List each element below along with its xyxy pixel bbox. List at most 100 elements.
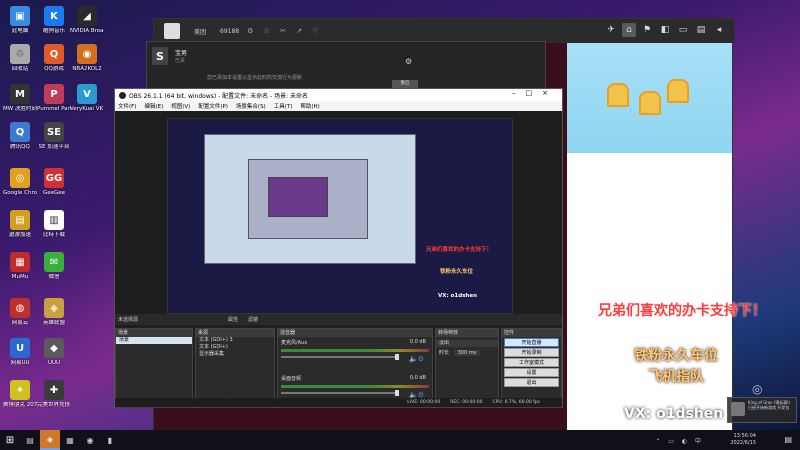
flag-icon[interactable]: ⚑ [640,23,654,37]
filters-button[interactable]: 滤镜 [248,316,258,323]
app-icon: ▥ [44,210,64,230]
source-item[interactable]: 文本 (GDI+) 3 [196,337,274,344]
desktop-icon[interactable]: ◆ UUU [37,338,71,366]
clock[interactable]: 13:56:04 2022/6/15 [730,433,756,447]
windows-start-icon[interactable]: ⊞ [0,430,20,450]
app-notification-window[interactable]: S 宝男 已关 您已添加本设置以显示此时的交流行为更新 ⚙ 重启 [146,41,546,91]
obs-status-bar: LIVE: 00:00:00 REC: 00:00:00 CPU: 0.7%, … [115,398,562,407]
app-icon: V [77,84,97,104]
notification-center-icon[interactable]: ▤ [784,435,792,444]
taskbar-obs-icon[interactable]: ◉ [80,430,100,450]
banner-house-2 [639,91,661,115]
desktop-icon[interactable]: ▦ MuMu [3,252,37,280]
exit-button[interactable]: 退出 [504,378,559,387]
mixer-panel: 混音器 麦克风/Aux 0.0 dB 🔈⚙ 桌面音频 0.0 dB 🔈⚙ [277,328,433,408]
volume-knob[interactable] [394,354,399,360]
desktop-icon[interactable]: ◉ NBA2KOL2 [70,44,104,72]
app-icon: GG [44,168,64,188]
desktop-icon[interactable]: GG GeeGee [37,168,71,196]
desktop-icon-label: VeryKuai VK 加速器 [70,106,104,112]
start-streaming-button[interactable]: 开始直播 [504,338,559,347]
toast-text: King of Gros (锦标赛I) 已经开始新游戏 开发包 [748,400,796,410]
desktop-icon[interactable]: ◈ 英雄联盟 [37,298,71,326]
app-icon: ◢ [77,6,97,26]
volume-slider[interactable] [281,354,400,360]
menu-tools[interactable]: 工具(T) [274,102,293,110]
desktop-icon[interactable]: Q 腾讯QQ [3,122,37,150]
obs-preview[interactable]: 兄弟们喜欢的办卡支持下！ 铁粉永久车位 VX: o1dshen [167,118,513,314]
properties-button[interactable]: 属性 [228,316,238,323]
desktop-icon[interactable]: ◎ Google Chrome [3,168,37,196]
menu-view[interactable]: 视图(V) [171,102,190,110]
window-icon[interactable]: ▭ [676,23,690,37]
app-icon: ◆ [44,338,64,358]
app-icon: ◎ [10,168,30,188]
s-logo-icon: S [152,47,168,65]
restart-button[interactable]: 重启 [392,80,418,88]
desktop-icon[interactable]: SE SE 加速平台 [37,122,71,150]
preview-caption-vx: VX: o1dshen [438,293,477,299]
app-icon: ✉ [44,252,64,272]
source-item[interactable]: 文本 (GDI+) [196,344,274,351]
disc-icon: ◎ [752,382,763,396]
source-item[interactable]: 显示器采集 [196,351,274,358]
sources-panel: 来源 文本 (GDI+) 3 文本 (GDI+) 显示器采集 + − ⚙ ∧ ∨ [195,328,275,408]
start-recording-button[interactable]: 开始录制 [504,348,559,357]
menu-file[interactable]: 文件(F) [118,102,136,110]
system-tray[interactable]: ⌃ ▭ ◐ 中 [655,436,704,445]
desktop-icon[interactable]: P Pummel Party [37,84,71,112]
clock-date: 2022/6/15 [730,440,756,446]
app-icon: ♲ [10,44,30,64]
menu-edit[interactable]: 编辑(E) [144,102,163,110]
app-icon: P [44,84,64,104]
desktop-icon[interactable]: ✦ 赛博朋克 2077 [3,380,37,408]
desktop-icon[interactable]: ✚ 完美世界竞技平台 [37,380,71,408]
desktop-icon[interactable]: M MW 决胜时刻 现代战争 [3,84,37,112]
obs-window[interactable]: OBS 26.1.1 (64 bit, windows) - 配置文件: 未命名… [114,88,563,408]
app-icon: K [44,6,64,26]
plane-icon[interactable]: ✈ [604,23,618,37]
speaker-icon[interactable]: 🔈⚙ [409,355,424,363]
menu-icon[interactable]: ▤ [694,23,708,37]
volume-slider[interactable] [281,390,400,396]
taskbar-app-icon[interactable]: ▦ [60,430,80,450]
browser-tools[interactable]: ⚙ ☆ ✂ ↗ ♡ [247,27,322,35]
desktop-icon[interactable]: K 酷狗音乐 [37,6,71,34]
back-icon[interactable]: ◂ [712,23,726,37]
menu-profile[interactable]: 配置文件(P) [198,102,228,110]
window-controls[interactable]: –□× [512,89,558,97]
home-icon[interactable]: ⌂ [622,23,636,37]
desktop-icon[interactable]: ◢ NVIDIA Broadcast [70,6,104,34]
transition-select[interactable]: 淡出 [436,340,498,347]
gear-icon[interactable]: ⚙ [405,57,412,66]
avatar[interactable] [164,23,180,39]
room-label: 美团 [194,28,207,36]
desktop-icon[interactable]: ♲ 回收站 [3,44,37,72]
taskbar-app-icon[interactable]: ▮ [100,430,120,450]
studio-mode-button[interactable]: 工作室模式 [504,358,559,367]
desktop-icon[interactable]: U 网易UU [3,338,37,366]
settings-button[interactable]: 设置 [504,368,559,377]
desktop-icon[interactable]: ▤ 遨游加速 [3,210,37,238]
live-timer: LIVE: 00:00:00 [407,400,441,405]
desktop-icon[interactable]: Q QQ游戏 [37,44,71,72]
desktop-icon[interactable]: ▣ 此电脑 [3,6,37,34]
desktop-icon[interactable]: ✉ 微信 [37,252,71,280]
taskbar-app-icon[interactable]: ◈ [40,430,60,450]
menu-help[interactable]: 帮助(H) [300,102,319,110]
desktop-icon[interactable]: ◍ 网易云 [3,298,37,326]
duration-input[interactable]: 300 ms [453,350,481,356]
browser-nav: ✈ ⌂ ⚑ ◧ ▭ ▤ ◂ [604,23,726,37]
taskbar-app-icon[interactable]: ▤ [20,430,40,450]
gamepad-icon[interactable]: ◧ [658,23,672,37]
preview-nested-window-3 [268,177,328,217]
track-db: 0.0 dB [409,375,426,381]
menu-scene-collection[interactable]: 场景集合(S) [236,102,266,110]
volume-knob[interactable] [394,390,399,396]
system-toast[interactable]: ◎ King of Gros (锦标赛I) 已经开始新游戏 开发包 [727,382,797,423]
banner-house-3 [667,79,689,103]
desktop-icon[interactable]: V VeryKuai VK 加速器 [70,84,104,112]
desktop-icon[interactable]: ▥ 比特下载 [37,210,71,238]
desktop-icon-label: Pummel Party [37,106,71,112]
scene-item[interactable]: 场景 [116,337,192,344]
